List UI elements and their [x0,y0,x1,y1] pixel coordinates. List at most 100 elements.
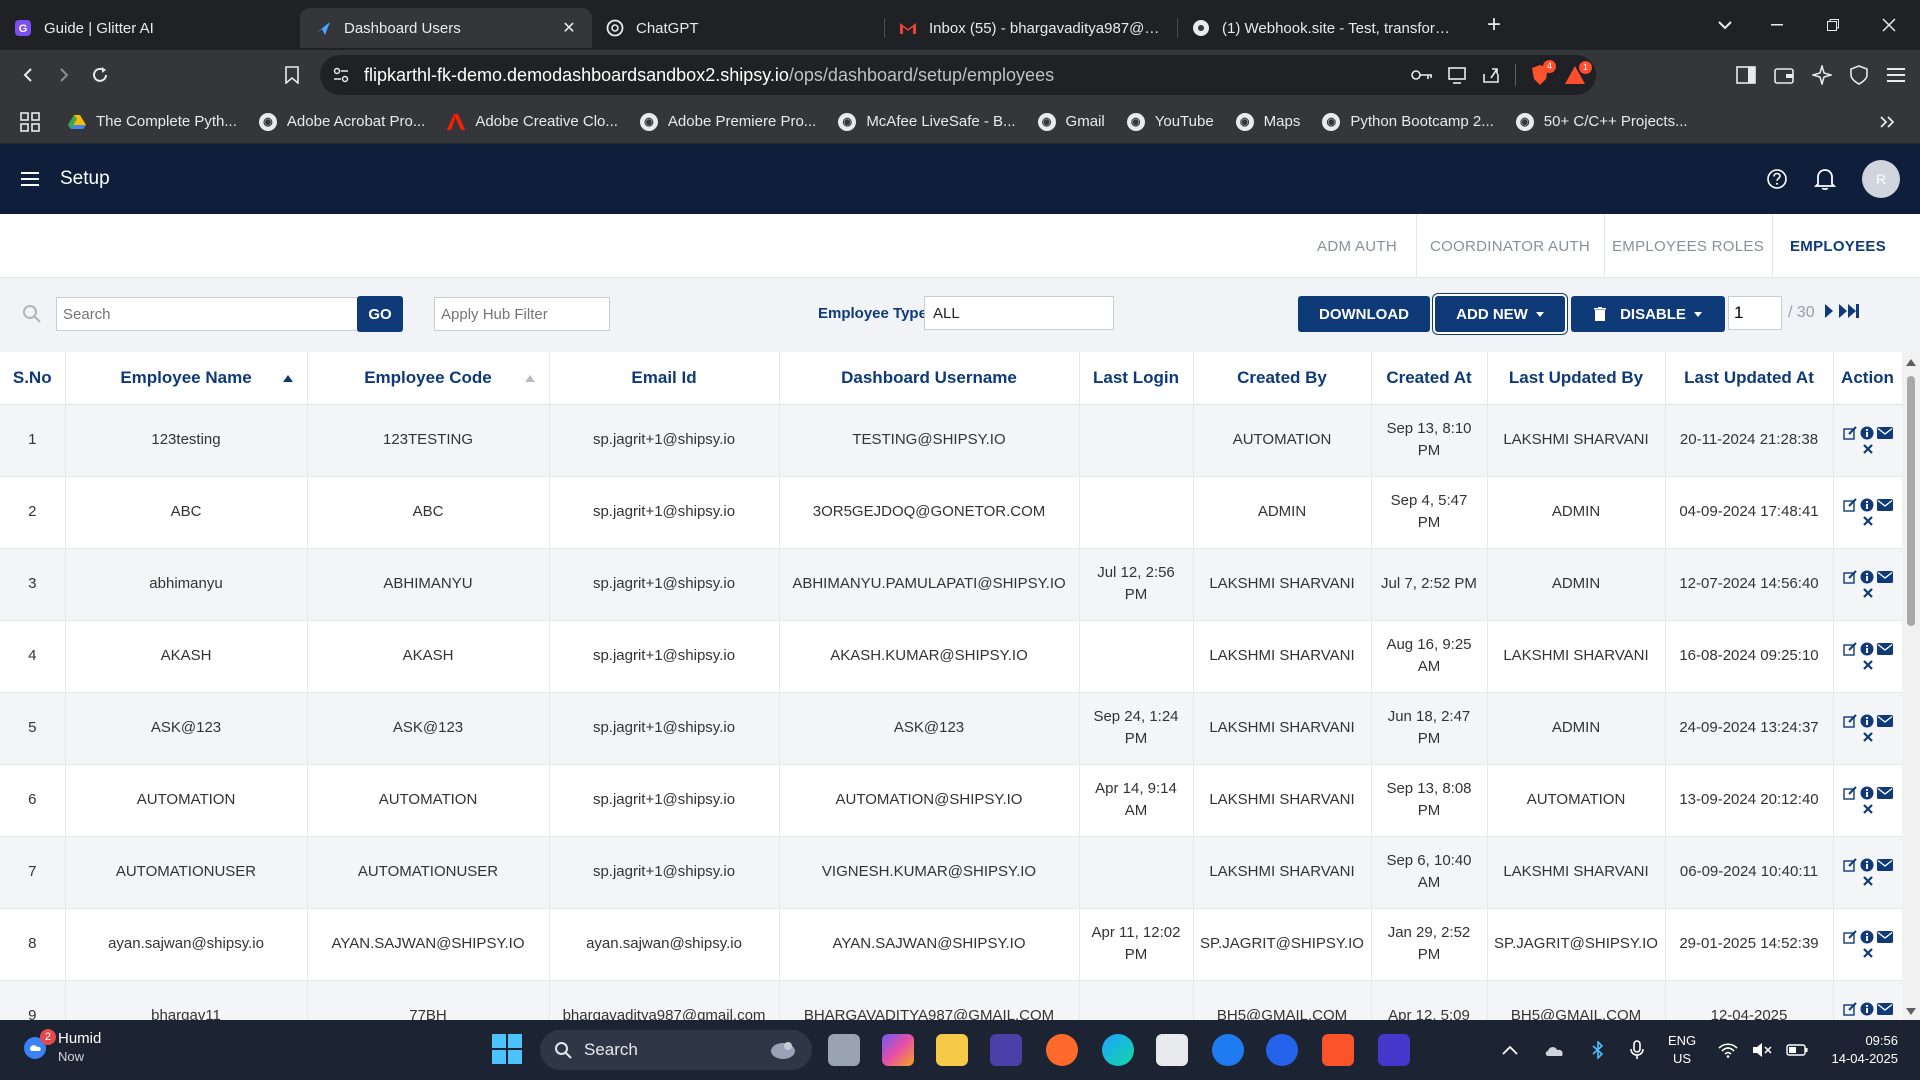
new-tab-button[interactable]: + [1476,7,1512,43]
browser-tab-chatgpt[interactable]: ChatGPT [592,8,884,48]
add-new-button[interactable]: ADD NEW [1435,296,1565,332]
table-row[interactable]: 8 ayan.sajwan@shipsy.io AYAN.SAJWAN@SHIPSY… [0,908,1902,981]
email-icon[interactable] [1876,787,1893,799]
download-button[interactable]: DOWNLOAD [1298,296,1430,332]
close-tab-icon[interactable]: ✕ [560,19,578,37]
weather-widget[interactable]: 2 Humid Now [22,1029,101,1066]
bookmark-icon[interactable] [274,57,310,93]
glitter-app-icon[interactable] [990,1034,1022,1066]
tab-employees[interactable]: EMPLOYEES [1772,214,1904,278]
delete-x-icon[interactable] [1862,804,1873,814]
minimize-window-icon[interactable] [1754,0,1800,50]
col-header-employee-name[interactable]: Employee Name [65,352,308,405]
info-icon[interactable] [1860,714,1874,728]
table-row[interactable]: 3 abhimanyu ABHIMANYU sp.jagrit+1@shipsy.io… [0,548,1902,621]
sidebar-toggle-icon[interactable] [1736,66,1756,84]
onedrive-icon[interactable] [1544,1042,1566,1058]
info-icon[interactable] [1860,1002,1874,1016]
more-bookmarks-icon[interactable] [1880,115,1894,128]
go-button[interactable]: GO [357,296,403,332]
hamburger-menu-icon[interactable] [20,171,42,187]
table-row[interactable]: 7 AUTOMATIONUSER AUTOMATIONUSER sp.jagrit+1… [0,836,1902,909]
table-row[interactable]: 6 AUTOMATION AUTOMATION sp.jagrit+1@shipsy.… [0,764,1902,837]
task-view-icon[interactable] [828,1034,860,1066]
reload-icon[interactable] [82,57,118,93]
edit-icon[interactable] [1842,1002,1857,1016]
info-icon[interactable] [1860,642,1874,656]
bluetooth-icon[interactable] [1592,1041,1604,1059]
tab-adm-auth[interactable]: ADM AUTH [1298,214,1416,278]
email-icon[interactable] [1876,643,1893,655]
page-number-input[interactable] [1728,296,1782,330]
bookmark-item[interactable]: ◉ 50+ C/C++ Projects... [1515,112,1688,131]
edit-icon[interactable] [1842,498,1857,512]
email-icon[interactable] [1876,859,1893,871]
edit-icon[interactable] [1842,642,1857,656]
scrollbar-thumb[interactable] [1907,376,1915,626]
email-icon[interactable] [1876,571,1893,583]
app-icon-orange[interactable] [1046,1034,1078,1066]
apps-grid-icon[interactable] [20,111,40,132]
scroll-up-arrow-icon[interactable] [1906,358,1916,366]
edit-icon[interactable] [1842,930,1857,944]
bookmark-item[interactable]: ◉ McAfee LiveSafe - B... [838,112,1016,131]
table-row[interactable]: 1 123testing 123TESTING sp.jagrit+1@shipsy.… [0,404,1902,477]
tab-coordinator-auth[interactable]: COORDINATOR AUTH [1416,214,1604,278]
info-icon[interactable] [1860,426,1874,440]
email-icon[interactable] [1876,427,1893,439]
tab-employees-roles[interactable]: EMPLOYEES ROLES [1604,214,1772,278]
table-row[interactable]: 4 AKASH AKASH sp.jagrit+1@shipsy.io AKASH.KU… [0,620,1902,693]
microsoft-store-icon[interactable] [1156,1034,1188,1066]
bookmark-item[interactable]: ◉ Adobe Acrobat Pro... [258,112,425,131]
address-bar[interactable]: flipkarthl-fk-demo.demodashboardsandbox2… [320,55,1596,95]
leo-ai-icon[interactable] [1812,65,1832,85]
last-page-icon[interactable] [1838,303,1860,319]
edit-icon[interactable] [1842,570,1857,584]
wallet-icon[interactable] [1774,66,1794,84]
help-icon[interactable] [1766,168,1788,190]
delete-x-icon[interactable] [1862,660,1873,670]
app-icon-blue[interactable] [1212,1034,1244,1066]
browser-menu-icon[interactable] [1886,67,1906,83]
email-icon[interactable] [1876,1003,1893,1015]
vpn-shield-icon[interactable] [1850,65,1868,85]
email-icon[interactable] [1876,499,1893,511]
scroll-down-arrow-icon[interactable] [1906,1008,1916,1016]
share-icon[interactable] [1481,66,1501,84]
system-clock[interactable]: 09:56 14-04-2025 [1832,1032,1899,1068]
info-icon[interactable] [1860,498,1874,512]
sort-asc-icon[interactable] [282,375,293,382]
disable-button[interactable]: DISABLE [1571,296,1725,332]
next-page-icon[interactable] [1824,303,1834,319]
table-scrollbar[interactable] [1902,352,1920,1020]
user-avatar[interactable]: R [1862,160,1900,198]
file-explorer-icon[interactable] [936,1034,968,1066]
tab-search-chevron-icon[interactable] [1702,0,1748,50]
info-icon[interactable] [1860,930,1874,944]
bookmark-item[interactable]: ◉ YouTube [1126,112,1214,131]
edit-icon[interactable] [1842,714,1857,728]
close-window-icon[interactable] [1866,0,1912,50]
edit-icon[interactable] [1842,858,1857,872]
delete-x-icon[interactable] [1862,876,1873,886]
cast-icon[interactable] [1447,66,1467,84]
info-icon[interactable] [1860,786,1874,800]
browser-tab-dashboard-users[interactable]: Dashboard Users ✕ [300,8,592,48]
email-icon[interactable] [1876,931,1893,943]
forward-arrow-icon[interactable] [46,57,82,93]
windows-start-icon[interactable] [492,1034,524,1066]
brave-shields-icon[interactable]: 4 [1530,60,1556,86]
table-row[interactable]: 5 ASK@123 ASK@123 sp.jagrit+1@shipsy.io ASK@… [0,692,1902,765]
app-icon-purple[interactable] [1378,1034,1410,1066]
col-header-employee-code[interactable]: Employee Code [307,352,550,405]
table-row[interactable]: 9 bhargav11 77BH bhargavaditya987@gmail.com… [0,980,1902,1020]
hub-filter-input[interactable] [434,297,610,331]
restore-window-icon[interactable] [1810,0,1856,50]
edit-icon[interactable] [1842,426,1857,440]
bookmark-item[interactable]: ◉ Gmail [1037,112,1105,131]
copilot-icon[interactable] [882,1034,914,1066]
bookmark-item[interactable]: Adobe Creative Clo... [447,113,618,130]
bookmark-item[interactable]: ◉ Adobe Premiere Pro... [639,112,816,131]
show-hidden-icons-chevron-icon[interactable] [1502,1045,1518,1055]
sort-asc-icon[interactable] [524,375,535,382]
